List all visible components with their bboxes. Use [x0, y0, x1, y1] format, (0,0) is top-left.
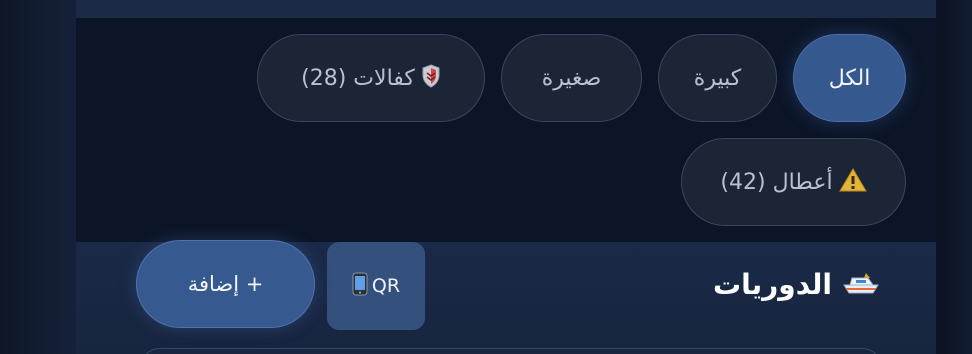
top-strip [76, 0, 936, 18]
filter-chip-large[interactable]: كبيرة [658, 34, 777, 122]
add-button-label: + إضافة [187, 272, 264, 296]
boat-icon [842, 269, 880, 300]
app-screen: الكل كبيرة صغيرة كفالات (28) أعطال (42) [0, 0, 972, 354]
filter-chip-all-label: الكل [828, 65, 871, 91]
next-card-edge [140, 348, 882, 354]
filter-chip-warranties-label: كفالات (28) [301, 65, 415, 91]
warning-icon [838, 167, 867, 197]
section-title-text: الدوريات [713, 267, 832, 301]
add-button[interactable]: + إضافة [136, 240, 315, 328]
filter-chip-small-label: صغيرة [541, 65, 602, 91]
qr-button[interactable]: QR [327, 242, 425, 330]
filter-chip-faults[interactable]: أعطال (42) [681, 138, 906, 226]
filter-chip-warranties[interactable]: كفالات (28) [257, 34, 485, 122]
phone-icon [352, 272, 368, 301]
section-title: الدوريات [713, 262, 880, 306]
shield-icon [421, 63, 441, 93]
filter-chip-large-label: كبيرة [693, 65, 742, 91]
filter-chip-faults-label: أعطال (42) [720, 169, 833, 195]
filter-chip-small[interactable]: صغيرة [501, 34, 642, 122]
filter-chip-all[interactable]: الكل [793, 34, 906, 122]
qr-button-label: QR [371, 275, 401, 297]
